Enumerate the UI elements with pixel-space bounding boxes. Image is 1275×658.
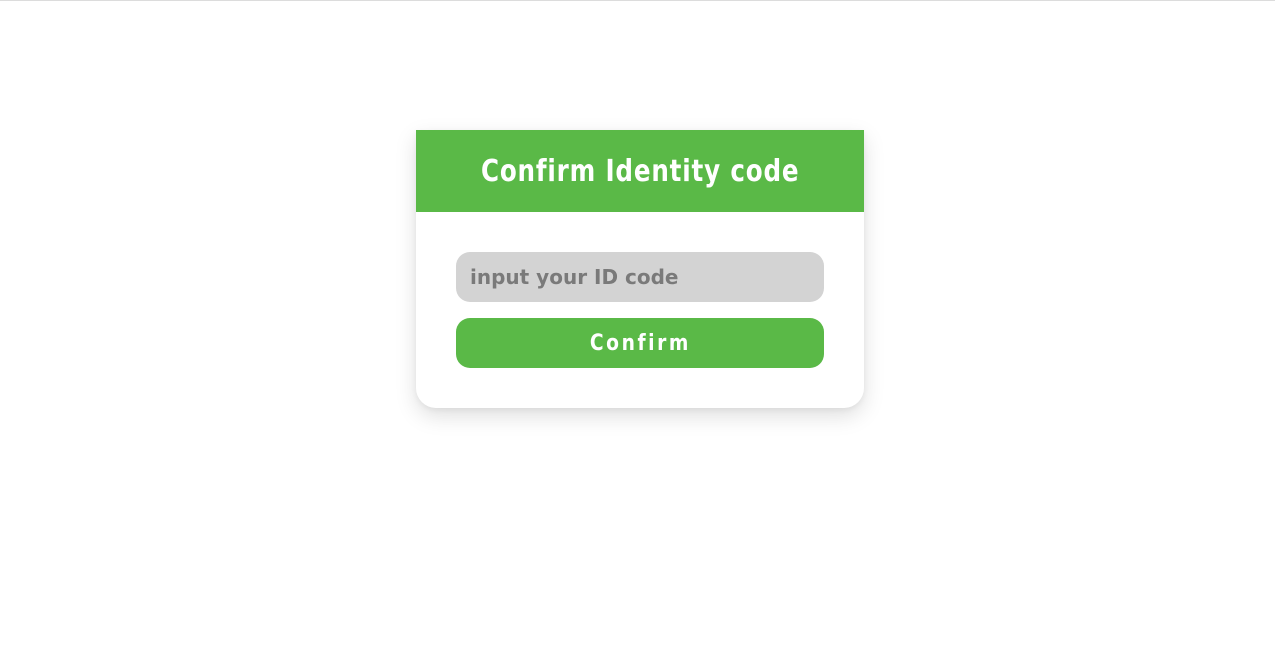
- confirm-button[interactable]: Confirm: [456, 318, 824, 368]
- confirm-button-label: Confirm: [589, 330, 691, 356]
- identity-dialog: Confirm Identity code Confirm: [416, 130, 864, 408]
- dialog-header: Confirm Identity code: [416, 130, 864, 212]
- dialog-title: Confirm Identity code: [480, 153, 800, 189]
- dialog-body: Confirm: [416, 212, 864, 368]
- top-divider: [0, 0, 1275, 1]
- id-code-input[interactable]: [456, 252, 824, 302]
